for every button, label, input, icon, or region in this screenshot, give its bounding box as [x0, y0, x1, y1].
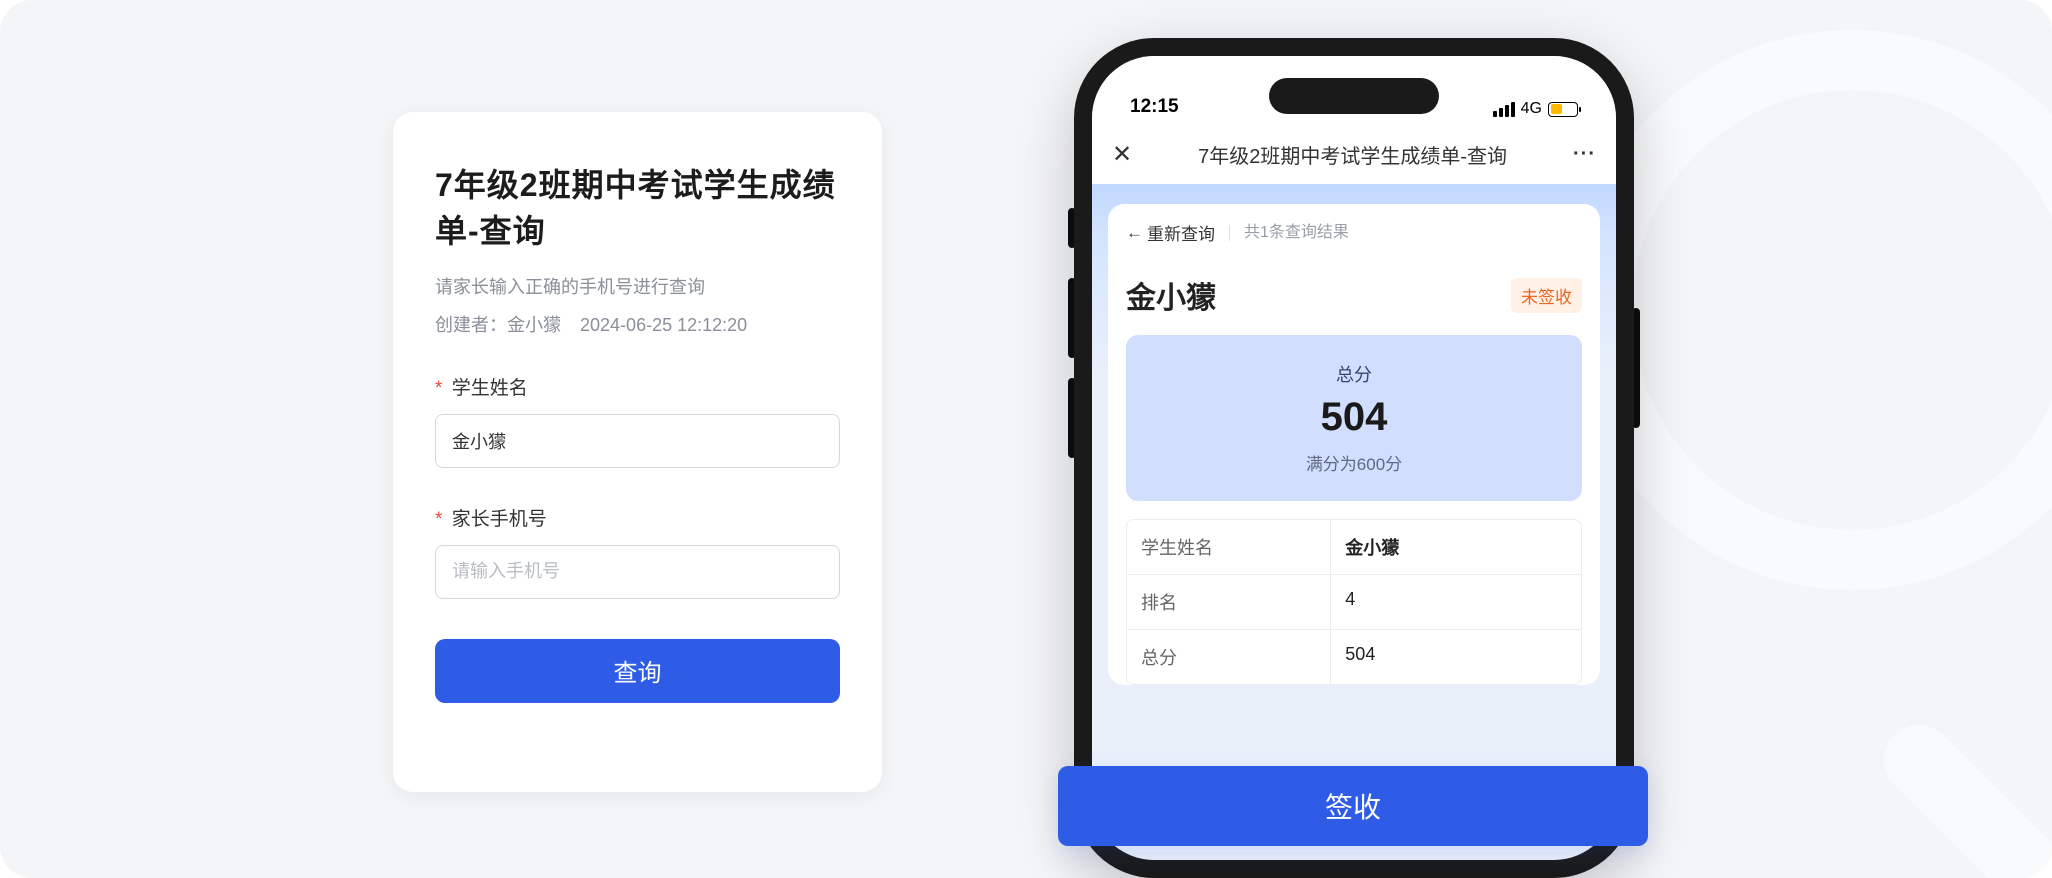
- cell-label: 学生姓名: [1127, 520, 1331, 574]
- student-name: 金小獴: [1126, 273, 1216, 317]
- score-value: 504: [1126, 395, 1582, 440]
- cell-value: 504: [1331, 630, 1581, 684]
- result-card: ← 重新查询 共1条查询结果 金小獴 未签收 总分 504 满分为600分: [1108, 204, 1600, 685]
- battery-icon: [1548, 102, 1578, 117]
- student-name-input[interactable]: [435, 414, 840, 468]
- cell-label: 总分: [1127, 630, 1331, 684]
- phone-screen: 12:15 4G ✕ 7年级2班期中考试学生成绩单-查询 ··· ←: [1092, 56, 1616, 860]
- score-sub: 满分为600分: [1126, 450, 1582, 475]
- creator-label: 创建者：金小獴: [435, 315, 561, 335]
- student-row: 金小獴 未签收: [1108, 245, 1600, 335]
- bg-watermark-handle: [1869, 710, 2052, 878]
- score-label: 总分: [1126, 361, 1582, 387]
- table-row: 排名 4: [1127, 574, 1581, 629]
- bg-watermark-circle: [1572, 30, 2052, 590]
- query-submit-button[interactable]: 查询: [435, 639, 840, 703]
- sign-button[interactable]: 签收: [1058, 766, 1648, 846]
- signal-icon: [1493, 102, 1515, 117]
- required-asterisk: *: [435, 509, 442, 530]
- result-header-row: ← 重新查询 共1条查询结果: [1108, 204, 1600, 245]
- table-row: 总分 504: [1127, 629, 1581, 684]
- sign-status-badge: 未签收: [1511, 278, 1582, 313]
- timestamp: 2024-06-25 12:12:20: [580, 315, 747, 335]
- phone-notch: [1269, 78, 1439, 114]
- close-icon[interactable]: ✕: [1112, 140, 1132, 169]
- phone-mockup: 12:15 4G ✕ 7年级2班期中考试学生成绩单-查询 ··· ←: [1074, 38, 1634, 878]
- detail-table: 学生姓名 金小獴 排名 4 总分 504: [1126, 519, 1582, 685]
- result-count: 共1条查询结果: [1229, 225, 1349, 241]
- score-box: 总分 504 满分为600分: [1126, 335, 1582, 501]
- query-form-card: 7年级2班期中考试学生成绩单-查询 请家长输入正确的手机号进行查询 创建者：金小…: [393, 112, 882, 792]
- required-asterisk: *: [435, 378, 442, 399]
- arrow-left-icon: ←: [1126, 223, 1143, 243]
- cell-label: 排名: [1127, 575, 1331, 629]
- parent-phone-input[interactable]: [435, 545, 840, 599]
- nav-bar: ✕ 7年级2班期中考试学生成绩单-查询 ···: [1092, 124, 1616, 184]
- status-right: 4G: [1493, 100, 1578, 118]
- network-label: 4G: [1521, 100, 1542, 118]
- query-title: 7年级2班期中考试学生成绩单-查询: [435, 162, 840, 255]
- cell-value: 4: [1331, 575, 1581, 629]
- field-student-name: * 学生姓名: [435, 373, 840, 468]
- query-subtitle: 请家长输入正确的手机号进行查询: [435, 273, 840, 299]
- nav-title: 7年级2班期中考试学生成绩单-查询: [1146, 140, 1559, 169]
- cell-value: 金小獴: [1331, 520, 1581, 574]
- table-row: 学生姓名 金小獴: [1127, 520, 1581, 574]
- query-meta: 创建者：金小獴 2024-06-25 12:12:20: [435, 311, 840, 337]
- result-area: ← 重新查询 共1条查询结果 金小獴 未签收 总分 504 满分为600分: [1092, 184, 1616, 685]
- more-icon[interactable]: ···: [1573, 143, 1596, 166]
- status-time: 12:15: [1130, 96, 1179, 118]
- field-label-parent-phone: * 家长手机号: [435, 504, 840, 531]
- requery-link[interactable]: ← 重新查询: [1126, 220, 1215, 245]
- field-parent-phone: * 家长手机号: [435, 504, 840, 599]
- field-label-student-name: * 学生姓名: [435, 373, 840, 400]
